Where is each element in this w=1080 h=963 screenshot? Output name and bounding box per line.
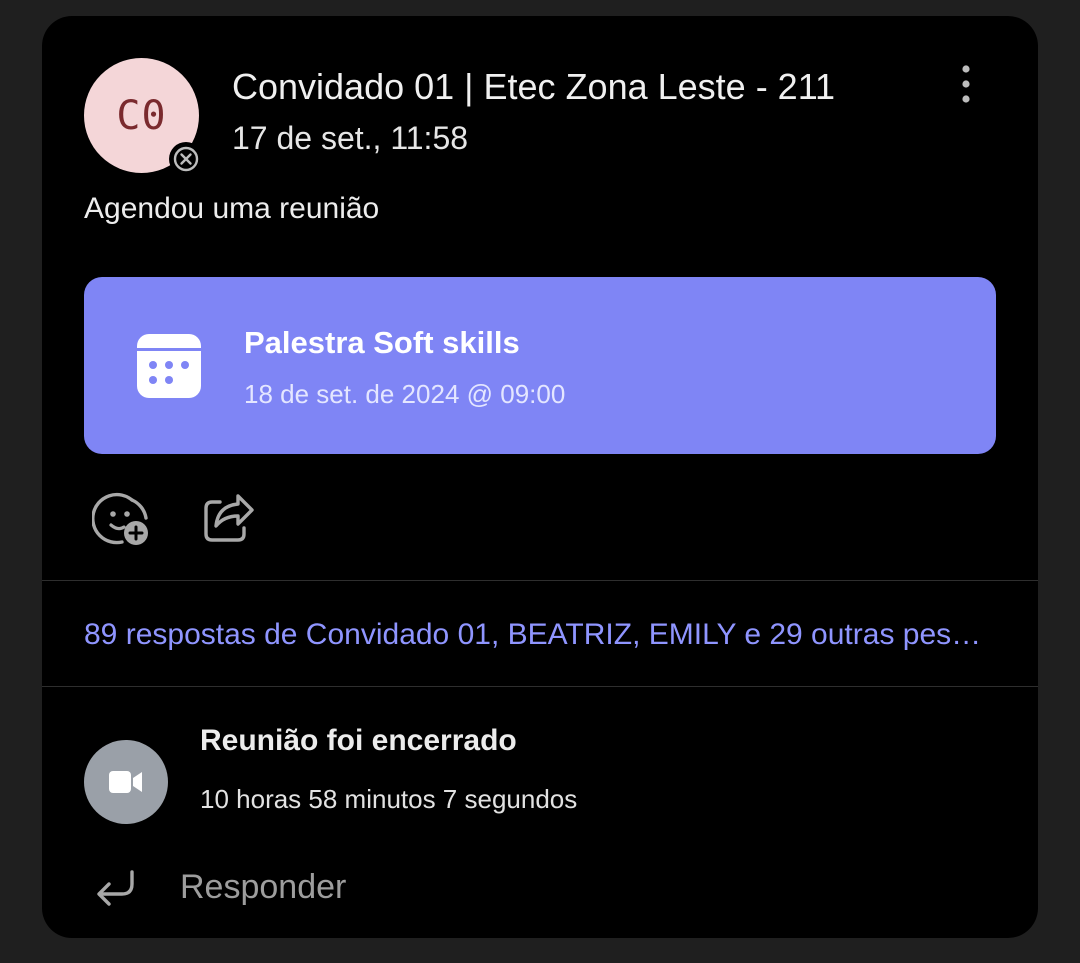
meeting-duration: 10 horas 58 minutos 7 segundos: [200, 784, 578, 814]
message-card: C0 Convidado 01 | Etec Zona Leste - 211 …: [42, 16, 1038, 938]
share-icon[interactable]: [198, 488, 258, 548]
more-options-button[interactable]: [946, 62, 986, 106]
meeting-ended-badge: [84, 740, 168, 824]
message-text: Agendou uma reunião: [84, 192, 380, 225]
reply-input[interactable]: Responder: [180, 868, 346, 907]
replies-summary-link[interactable]: 89 respostas de Convidado 01, BEATRIZ, E…: [84, 618, 996, 652]
meeting-card[interactable]: Palestra Soft skills 18 de set. de 2024 …: [84, 277, 996, 454]
reply-icon[interactable]: [92, 866, 140, 910]
calendar-icon: [137, 334, 201, 398]
more-vertical-icon: [962, 65, 970, 103]
meeting-ended-title: Reunião foi encerrado: [200, 724, 517, 757]
presence-offline-icon: [169, 142, 203, 176]
video-camera-icon: [109, 771, 142, 793]
add-reaction-icon[interactable]: [92, 488, 152, 548]
post-timestamp: 17 de set., 11:58: [232, 120, 469, 156]
avatar-initials: C0: [116, 92, 167, 139]
divider: [42, 580, 1038, 581]
meeting-date: 18 de set. de 2024 @ 09:00: [244, 379, 566, 409]
meeting-title: Palestra Soft skills: [244, 325, 520, 360]
sender-name[interactable]: Convidado 01 | Etec Zona Leste - 211: [232, 66, 835, 108]
divider: [42, 686, 1038, 687]
